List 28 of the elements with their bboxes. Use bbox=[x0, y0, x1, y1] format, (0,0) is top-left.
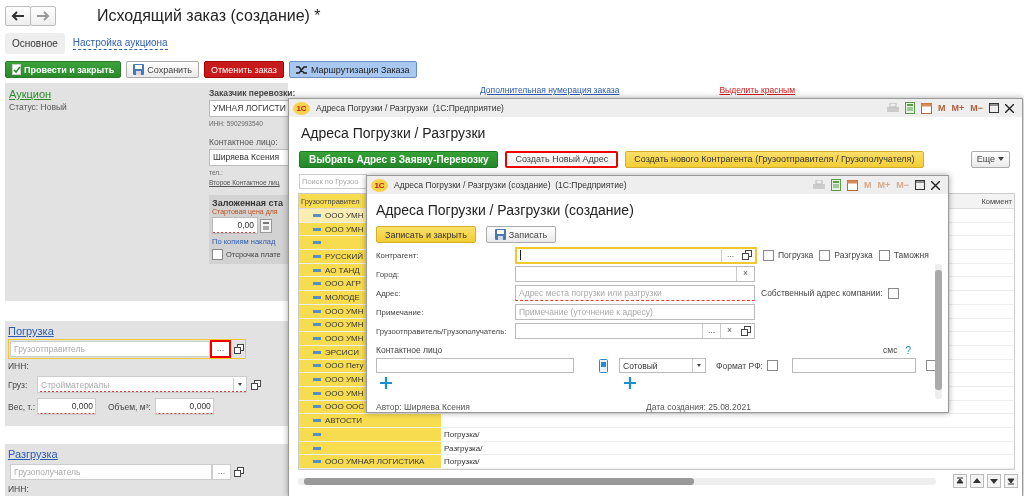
form-heading: Адреса Погрузки / Разгрузки (создание) bbox=[375, 201, 635, 218]
form-heading: Адреса Погрузки / Разгрузки bbox=[300, 124, 487, 142]
inn-label: ИНН: bbox=[8, 484, 30, 494]
field-label: Заказчик перевозки: bbox=[209, 88, 296, 98]
sms-label: смс bbox=[883, 345, 898, 355]
table-cell-text: Погрузка/ bbox=[443, 429, 480, 439]
table-cell-text: Погрузка/ bbox=[443, 457, 480, 467]
checkbox-label: Формат РФ: bbox=[716, 360, 763, 371]
section-title: Заложенная ста bbox=[212, 198, 284, 208]
checkbox-label: Разгрузка bbox=[834, 250, 873, 260]
inn-label: ИНН: bbox=[8, 361, 30, 371]
field-label: Груз: bbox=[8, 379, 29, 390]
app-logo: 1С bbox=[293, 101, 310, 115]
section-label: Контактное лицо bbox=[376, 345, 443, 355]
app-logo: 1С bbox=[371, 178, 388, 192]
checkbox-label: Погрузка bbox=[778, 250, 814, 260]
field-label: Вес, т.: bbox=[8, 401, 33, 412]
field-label: Контактное лицо: bbox=[209, 137, 279, 147]
window-caption: Адреса Погрузки / Разгрузки (1С:Предприятие) bbox=[316, 103, 504, 113]
checkbox-label: Таможня bbox=[893, 250, 929, 260]
checkbox-label: Собственный адрес компании: bbox=[761, 288, 883, 298]
status-text: Статус: Новый bbox=[9, 102, 68, 112]
creation-date-text: Дата создания: 25.08.2021 bbox=[646, 402, 751, 412]
window-caption: Адреса Погрузки / Разгрузки (создание) (1С:Предприятие) bbox=[394, 180, 627, 190]
window-title: Исходящий заказ (создание) * bbox=[97, 6, 321, 25]
field-label: Объем, м³: bbox=[108, 401, 151, 412]
table-cell-text: Разгрузка/ bbox=[443, 443, 483, 453]
author-text: Автор: Ширяева Ксения bbox=[376, 402, 471, 412]
